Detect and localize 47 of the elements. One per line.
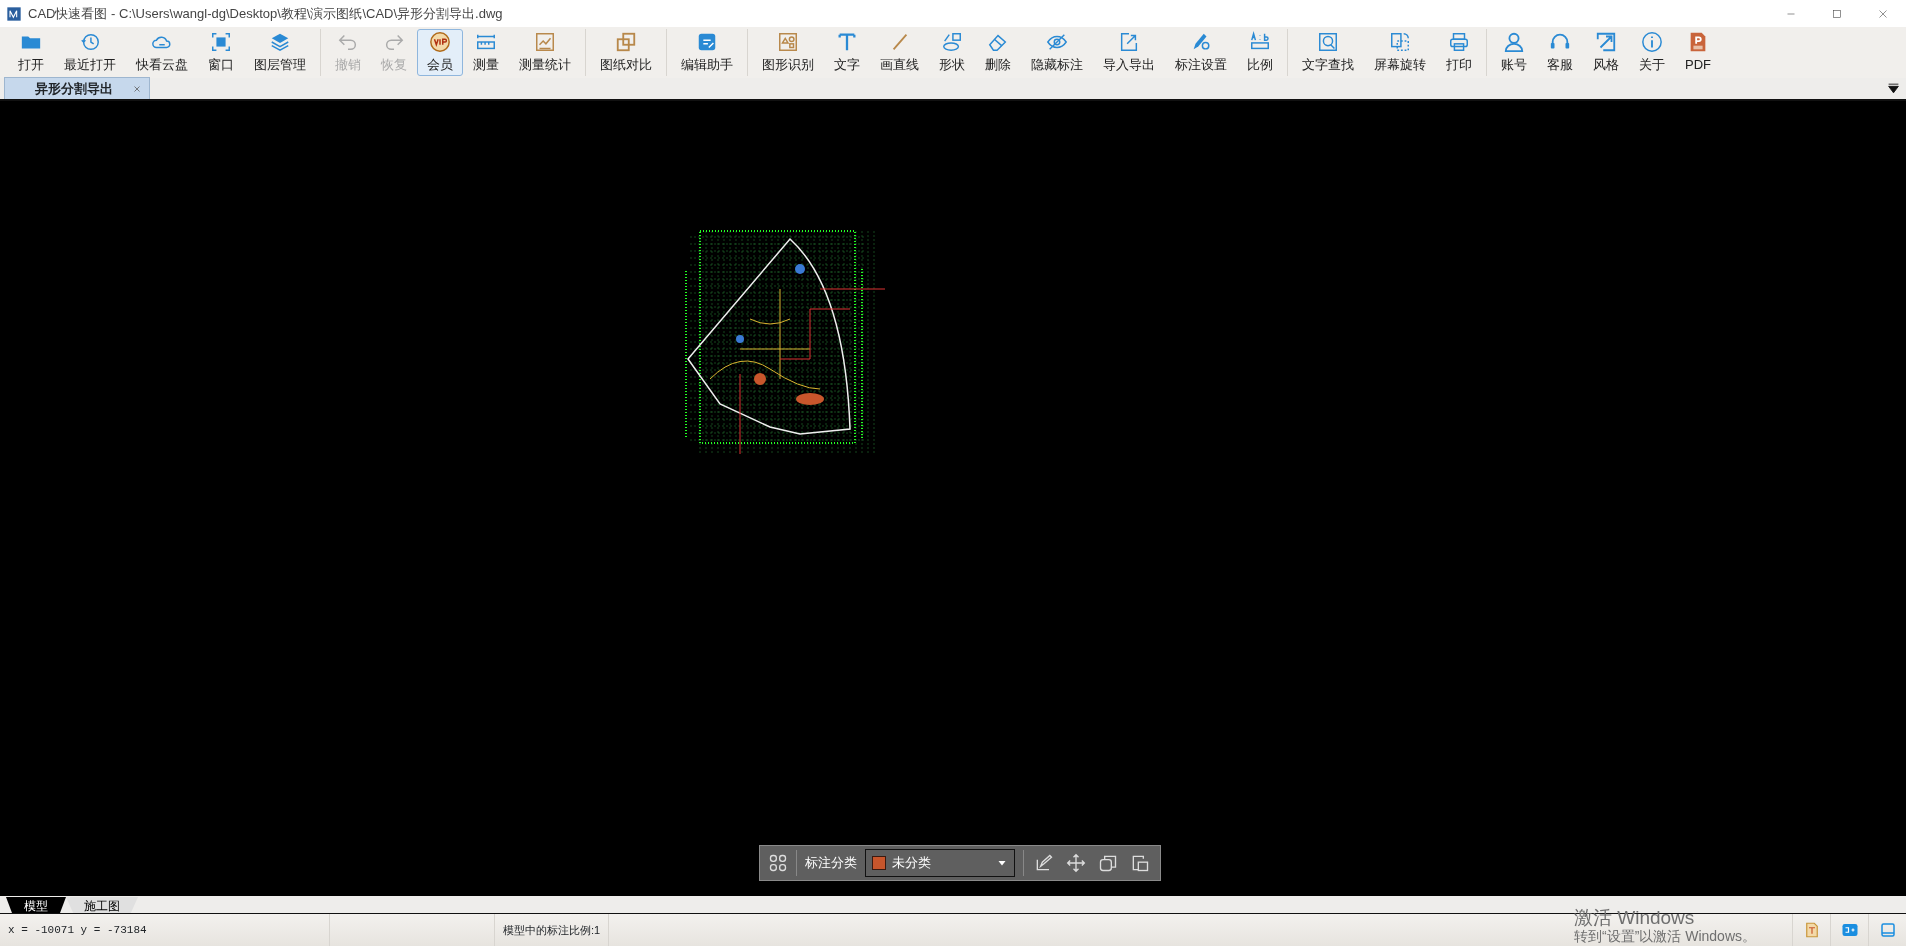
badge-icon[interactable] [1840, 921, 1859, 939]
toolbar-button[interactable]: 打开 [8, 29, 54, 76]
edit-icon[interactable] [1034, 853, 1054, 873]
toolbar-button[interactable]: PDF [1675, 29, 1721, 76]
toolbar-button[interactable]: 打印 [1436, 29, 1482, 76]
layout-tab[interactable]: 施工图 [66, 897, 138, 913]
window-title: CAD快速看图 - C:\Users\wangl-dg\Desktop\教程\演示图纸\CAD\异形分割导出.dwg [28, 4, 503, 23]
toolbar-button[interactable]: 图纸对比 [590, 29, 662, 76]
vip-icon [429, 30, 451, 55]
move-icon[interactable] [1066, 853, 1086, 873]
toolbar-button[interactable]: 删除 [975, 29, 1021, 76]
toolbar-button[interactable]: 快看云盘 [126, 29, 198, 76]
annotation-scale: 模型中的标注比例:1 [495, 914, 610, 946]
cursor-coordinates: x = -10071 y = -73184 [0, 914, 330, 946]
toolbar-button[interactable]: 账号 [1491, 29, 1537, 76]
toolbar-button[interactable]: 文字 [824, 29, 870, 76]
user-icon [1503, 30, 1525, 55]
toolbar-button[interactable]: 隐藏标注 [1021, 29, 1093, 76]
toolbar-button[interactable]: 会员 [417, 29, 463, 76]
toolbar-button[interactable]: 风格 [1583, 29, 1629, 76]
toolbar-button[interactable]: 标注设置 [1165, 29, 1237, 76]
toolbar-button[interactable]: 客服 [1537, 29, 1583, 76]
toolbar-button[interactable]: 导入导出 [1093, 29, 1165, 76]
document-tab[interactable]: 异形分割导出 [4, 77, 150, 99]
toolbar-button[interactable]: 文字查找 [1292, 29, 1364, 76]
grid-icon[interactable] [768, 853, 788, 873]
toolbar-button[interactable]: 图层管理 [244, 29, 316, 76]
toolbar-button[interactable]: 窗口 [198, 29, 244, 76]
info-icon [1641, 30, 1663, 55]
toolbar-button[interactable]: 形状 [929, 29, 975, 76]
toolbar-button[interactable]: 屏幕旋转 [1364, 29, 1436, 76]
toolbar-button[interactable]: 画直线 [870, 29, 929, 76]
paste-icon[interactable] [1130, 853, 1150, 873]
toolbar-button[interactable]: 比例 [1237, 29, 1283, 76]
toolbar-button[interactable]: 测量 [463, 29, 509, 76]
layout-tab[interactable]: 模型 [6, 897, 66, 913]
dropdown-arrow-icon[interactable] [1887, 82, 1900, 95]
toolbar-button[interactable]: 测量统计 [509, 29, 581, 76]
annotation-category-label: 标注分类 [805, 854, 857, 873]
toolbar-button[interactable]: 编辑助手 [671, 29, 743, 76]
toolbar-button[interactable]: 图形识别 [752, 29, 824, 76]
category-dropdown[interactable]: 未分类 [865, 849, 1015, 877]
copy-icon[interactable] [1098, 853, 1118, 873]
panel-icon[interactable] [1878, 921, 1897, 939]
activation-message: 转到“设置”以激活 Windows。 [1574, 928, 1756, 944]
toolbar-button[interactable]: 最近打开 [54, 29, 126, 76]
toolbar-button[interactable]: 关于 [1629, 29, 1675, 76]
